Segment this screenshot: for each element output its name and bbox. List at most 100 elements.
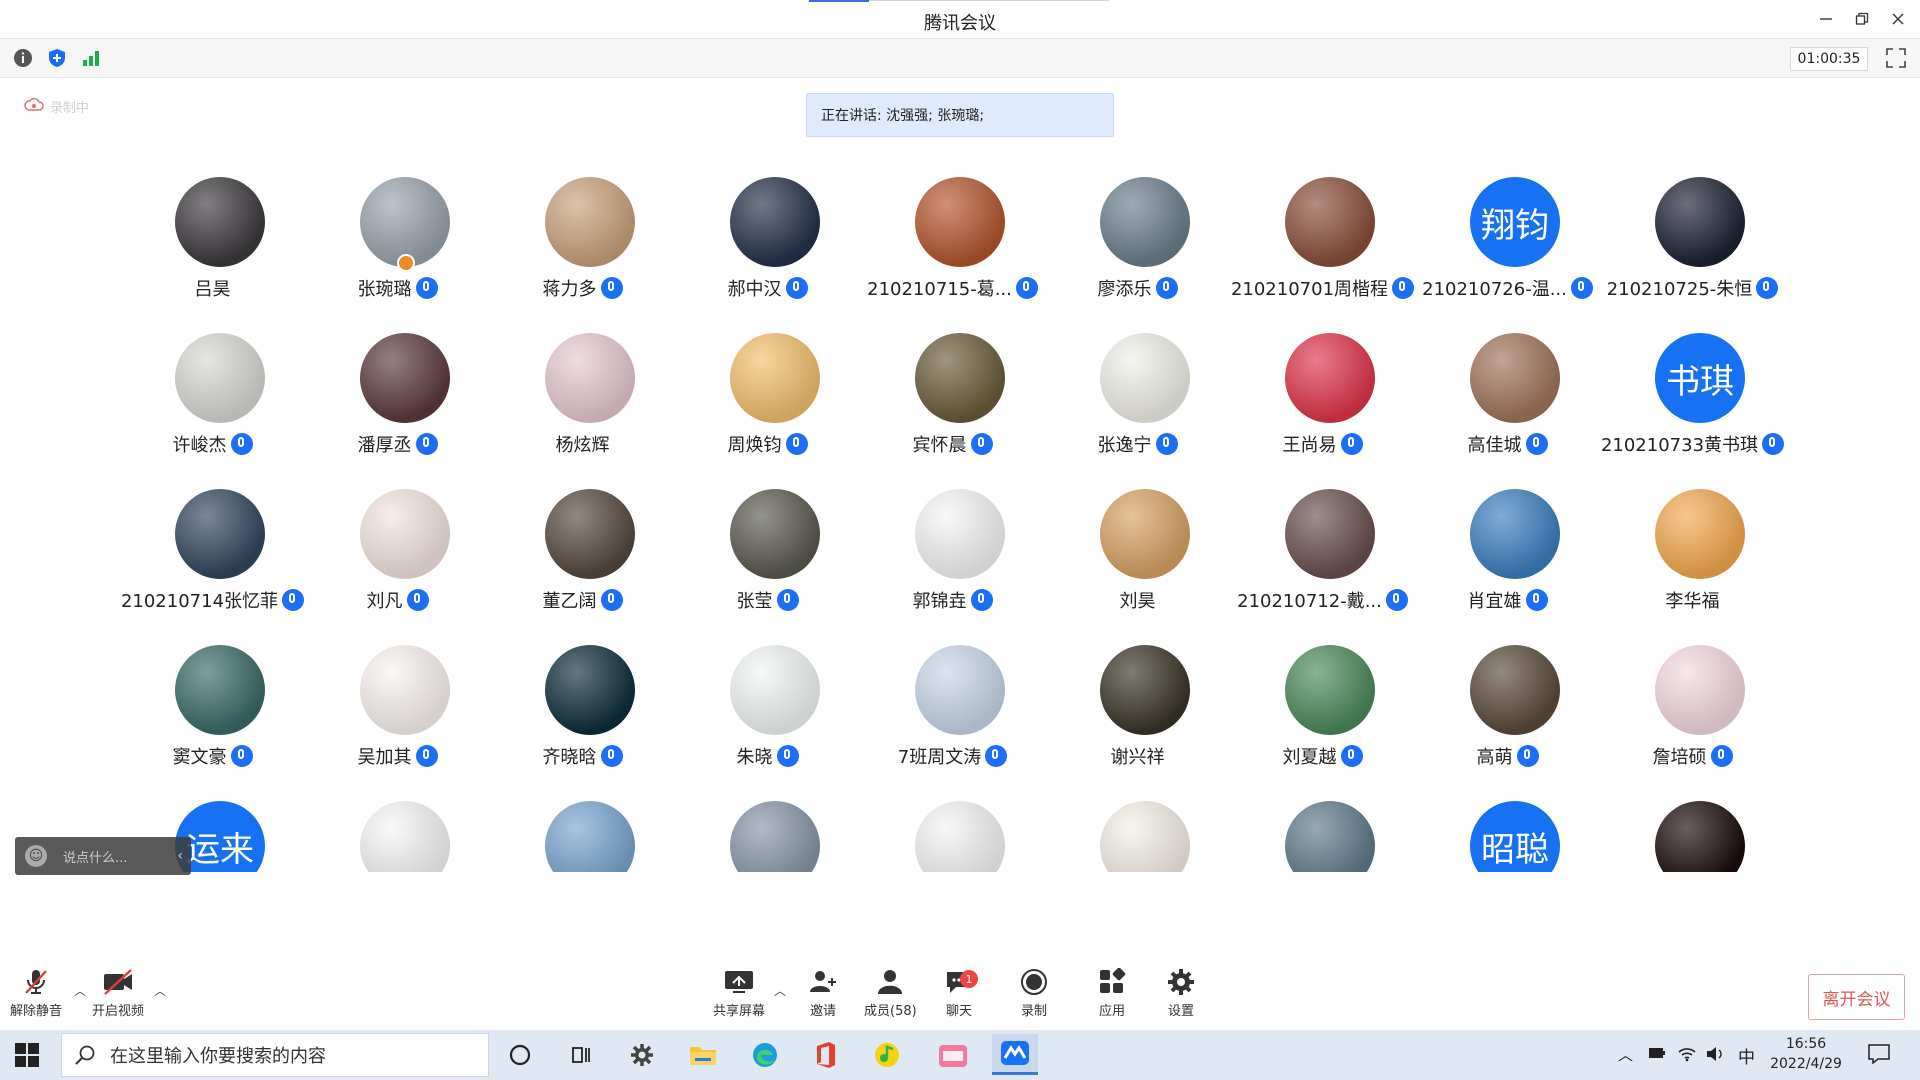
info-icon[interactable] [12, 47, 34, 69]
participant-avatar [545, 333, 635, 423]
chat-input[interactable]: ☺ 说点什么... ‹ [15, 837, 191, 875]
mic-icon [600, 277, 623, 299]
participant-tile[interactable] [1600, 796, 1785, 872]
participant-name: 210210712-戴... [1237, 591, 1382, 612]
participant-tile[interactable] [1230, 796, 1415, 872]
participant-tile[interactable]: 张逸宁 [1045, 328, 1230, 478]
participant-tile[interactable] [675, 796, 860, 872]
participant-tile[interactable]: 蒋力多 [490, 172, 675, 322]
participant-tile[interactable]: 刘凡 [305, 484, 490, 634]
signal-icon[interactable] [80, 47, 102, 69]
participant-tile[interactable]: 宾怀晨 [860, 328, 1045, 478]
apps-button[interactable]: 应用 [1097, 968, 1127, 1024]
participant-label: 蒋力多 [490, 276, 675, 300]
participant-tile[interactable]: 210210712-戴... [1230, 484, 1415, 634]
participant-tile[interactable]: 翔钧 210210726-温... [1415, 172, 1600, 322]
music-app-icon[interactable] [870, 1038, 904, 1072]
participant-tile[interactable] [305, 796, 490, 872]
participant-tile[interactable]: 7班周文涛 [860, 640, 1045, 790]
start-video-button[interactable]: 开启视频 [92, 968, 144, 1024]
volume-icon[interactable] [1706, 1046, 1724, 1066]
participant-tile[interactable]: 吴加其 [305, 640, 490, 790]
participant-tile[interactable]: 210210725-朱恒 [1600, 172, 1785, 322]
shield-icon[interactable] [46, 47, 68, 69]
taskbar-search-box[interactable]: 在这里输入你要搜索的内容 [61, 1033, 489, 1077]
tray-chevron-up-icon[interactable]: ︿ [1618, 1044, 1633, 1065]
participant-tile[interactable]: 詹培硕 [1600, 640, 1785, 790]
file-explorer-icon[interactable] [686, 1038, 720, 1072]
participant-tile[interactable]: 书琪 210210733黄书琪 [1600, 328, 1785, 478]
participant-avatar [1285, 801, 1375, 872]
record-button[interactable]: 录制 [1019, 968, 1049, 1024]
participant-tile[interactable]: 肖宜雄 [1415, 484, 1600, 634]
participant-tile[interactable]: 210210701周楷程 [1230, 172, 1415, 322]
participant-tile[interactable]: 210210714张忆菲 [120, 484, 305, 634]
participant-tile[interactable]: 朱晓 [675, 640, 860, 790]
mic-icon [1525, 433, 1548, 455]
bilibili-icon[interactable] [936, 1038, 970, 1072]
participant-tile[interactable]: 张莹 [675, 484, 860, 634]
emoji-icon[interactable]: ☺ [25, 845, 47, 867]
windows-start-icon[interactable] [14, 1042, 40, 1068]
participant-tile[interactable]: 齐晓晗 [490, 640, 675, 790]
participant-label: 张莹 [675, 588, 860, 612]
audio-options-chevron-icon[interactable]: ︿ [74, 982, 86, 999]
participant-tile[interactable]: 高萌 [1415, 640, 1600, 790]
participant-tile[interactable]: 刘夏越 [1230, 640, 1415, 790]
participant-tile[interactable]: 张琬璐 [305, 172, 490, 322]
members-button[interactable]: 成员(58) [864, 968, 917, 1024]
notification-icon[interactable] [1868, 1044, 1890, 1068]
mic-icon [1516, 745, 1539, 767]
participant-tile[interactable]: 高佳城 [1415, 328, 1600, 478]
participant-tile[interactable] [860, 796, 1045, 872]
participant-tile[interactable]: 郭锦垚 [860, 484, 1045, 634]
participant-tile[interactable]: 李华福 [1600, 484, 1785, 634]
system-clock[interactable]: 16:56 2022/4/29 [1760, 1034, 1852, 1074]
participant-avatar [360, 801, 450, 872]
task-view-icon[interactable] [564, 1038, 598, 1072]
participant-tile[interactable]: 210210715-葛... [860, 172, 1045, 322]
participant-label: 吕昊 [120, 276, 305, 300]
wifi-icon[interactable] [1678, 1046, 1696, 1066]
participant-tile[interactable]: 董乙阔 [490, 484, 675, 634]
battery-icon[interactable] [1648, 1046, 1666, 1064]
participant-tile[interactable] [1045, 796, 1230, 872]
restore-icon[interactable] [1848, 6, 1876, 32]
minimize-icon[interactable] [1812, 6, 1840, 32]
leave-meeting-button[interactable]: 离开会议 [1808, 974, 1905, 1020]
settings-app-icon[interactable] [625, 1038, 659, 1072]
participant-tile[interactable]: 昭聪 [1415, 796, 1600, 872]
participant-tile[interactable]: 廖添乐 [1045, 172, 1230, 322]
tencent-meeting-taskbar-icon[interactable] [992, 1034, 1038, 1075]
share-screen-button[interactable]: 共享屏幕 [713, 968, 765, 1024]
participant-tile[interactable]: 许峻杰 [120, 328, 305, 478]
cortana-icon[interactable] [503, 1038, 537, 1072]
video-options-chevron-icon[interactable]: ︿ [154, 982, 166, 999]
participant-tile[interactable]: 吕昊 [120, 172, 305, 322]
participant-name: 窦文豪 [172, 747, 227, 768]
invite-label: 邀请 [809, 1004, 836, 1019]
settings-button[interactable]: 设置 [1166, 968, 1196, 1024]
participant-tile[interactable]: 郝中汉 [675, 172, 860, 322]
participant-tile[interactable]: 王尚易 [1230, 328, 1415, 478]
invite-button[interactable]: 邀请 [808, 968, 838, 1024]
collapse-arrow-icon[interactable]: ‹ [177, 848, 183, 864]
participant-tile[interactable]: 窦文豪 [120, 640, 305, 790]
participant-name: 吴加其 [357, 747, 412, 768]
edge-browser-icon[interactable] [748, 1038, 782, 1072]
participant-tile[interactable]: 潘厚丞 [305, 328, 490, 478]
mic-icon [406, 589, 429, 611]
participant-tile[interactable]: 周焕钧 [675, 328, 860, 478]
unmute-button[interactable]: 解除静音 [10, 968, 62, 1024]
participant-tile[interactable] [490, 796, 675, 872]
participant-tile[interactable]: 谢兴祥 [1045, 640, 1230, 790]
close-icon[interactable] [1884, 6, 1912, 32]
ime-indicator[interactable]: 中 [1738, 1043, 1755, 1068]
office-icon[interactable] [809, 1038, 843, 1072]
participant-tile[interactable]: 杨炫辉 [490, 328, 675, 478]
participant-tile[interactable]: 刘昊 [1045, 484, 1230, 634]
fullscreen-icon[interactable] [1886, 48, 1906, 68]
share-options-chevron-icon[interactable]: ︿ [774, 982, 786, 999]
participant-label: 肖宜雄 [1415, 588, 1600, 612]
participant-avatar [545, 489, 635, 579]
